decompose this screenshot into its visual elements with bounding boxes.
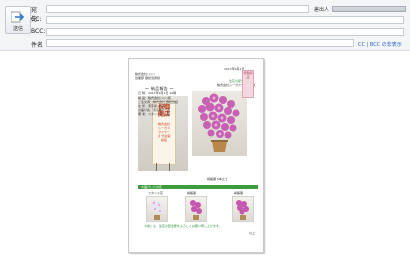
send-icon [11,11,25,23]
card-subtitle: 株式会社シーガスワイヤーズ 代表取締役 [157,122,171,142]
bcc-label: BCC: [31,28,46,35]
doc-footer-end: 以上 [249,231,256,235]
compose-header: 送信 宛先: 差出人 CC: BCC: 件名 CC | BCC の非表示 [0,0,410,51]
from-select[interactable] [332,6,406,12]
flower-thumbnail [236,200,249,220]
stand-leg [169,163,170,171]
stand-leg [156,163,157,171]
hide-cc-bcc-link[interactable]: CC | BCC の非表示 [358,41,402,48]
subject-field[interactable] [46,39,354,47]
attached-document-preview: 2017年9月1日 株式会社○○○ 営業部 御担当者様 生花の配達屋 株式会社シ… [128,58,264,253]
thumb-caption: スタンド花 [148,191,164,195]
cc-field[interactable] [46,16,404,24]
doc-footer-note: 今後とも、生花の配達屋をよろしくお願い申し上げます。 [144,224,222,228]
to-field[interactable] [46,5,309,13]
orchid-illustration [198,93,240,152]
thumb-caption: 胡蝶蘭 [187,191,197,195]
doc-detail-line: 備 考：スタンド花 二段 [138,112,170,116]
delivery-section-title: お届けしたお花 [141,185,163,189]
send-button[interactable]: 送信 [5,6,31,34]
thumb-caption: 胡蝶蘭 [234,191,244,195]
subject-label: 件名 [31,42,44,49]
flower-thumbnail [190,200,202,220]
send-label: 送信 [12,26,23,32]
delivery-thumbnail [146,196,168,222]
orchid-photo [192,91,247,156]
orchid-message-card: 祝御開店 [242,70,254,98]
bcc-field[interactable] [46,28,404,36]
doc-caption: 胡蝶蘭 5本立て [207,177,228,181]
doc-heading: 〜 納品報告 〜 [145,86,174,91]
delivery-thumbnail [232,196,254,222]
cc-label: CC: [31,16,42,23]
doc-recipient-dept: 営業部 御担当者様 [135,76,160,80]
delivery-thumbnail [185,196,207,222]
from-label: 差出人 [314,7,330,13]
doc-detail-line: 日 時：2017年9月1日 10時 [138,91,177,95]
flower-thumbnail [151,200,163,220]
